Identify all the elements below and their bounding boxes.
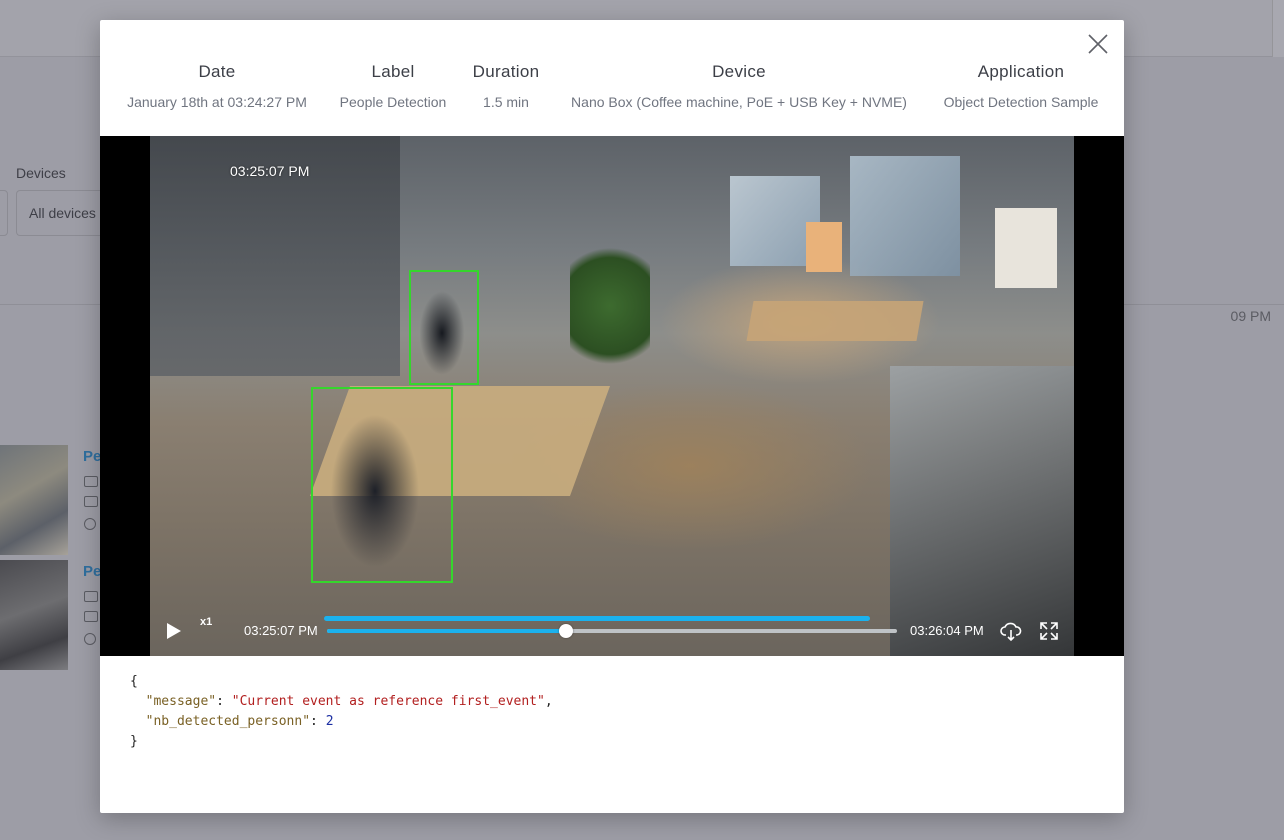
event-title: Pe [83,448,102,465]
meta-value: Nano Box (Coffee machine, PoE + USB Key … [571,94,907,110]
fullscreen-icon [1040,622,1058,640]
clock-icon [84,633,96,645]
meta-heading: Duration [472,62,540,81]
event-json-output: { "message": "Current event as reference… [130,674,553,749]
event-metadata: Date January 18th at 03:24:27 PM Label P… [100,62,1124,122]
meta-value: 1.5 min [483,94,529,110]
close-icon [1088,34,1108,54]
json-key: "nb_detected_personn" [145,714,311,729]
scene-table [746,301,924,341]
scene-plant [570,236,650,376]
fullscreen-button[interactable] [1040,622,1058,640]
meta-heading: Device [712,62,766,81]
seek-bar[interactable] [327,624,897,638]
event-range-bar[interactable] [324,616,870,621]
background-scrollbar [1272,0,1284,57]
meta-label: Label People Detection [340,62,447,110]
json-value: "Current event as reference first_event" [231,694,545,709]
json-key: "message" [145,694,217,709]
devices-filter-label: Devices [16,165,66,181]
meta-date: Date January 18th at 03:24:27 PM [127,62,307,110]
cloud-download-icon [1000,622,1022,642]
calendar-icon [84,611,98,622]
video-frame: 03:25:07 PM [150,136,1074,656]
json-comma: , [544,694,553,709]
person-bounding-box [311,387,453,583]
event-thumbnail [0,560,68,670]
playback-speed-button[interactable]: x1 [200,616,212,628]
meta-value: January 18th at 03:24:27 PM [127,94,307,110]
meta-heading: Date [198,62,236,81]
devices-filter-value: All devices [29,205,96,221]
play-icon [167,623,181,639]
clock-icon [84,518,96,530]
json-close-brace: } [130,734,138,749]
meta-duration: Duration 1.5 min [473,62,540,110]
meta-heading: Application [977,62,1065,81]
camera-icon [84,591,98,602]
player-controls: x1 03:25:07 PM 03:26:04 PM [100,596,1124,656]
play-button[interactable] [166,622,182,640]
scene-poster [995,208,1057,288]
json-value: 2 [325,714,334,729]
person-bounding-box [409,270,479,385]
close-button[interactable] [1086,32,1110,56]
scene-window [850,156,960,276]
json-open-brace: { [130,674,138,689]
event-thumbnail [0,445,68,555]
previous-filter-select [0,190,8,236]
download-button[interactable] [1000,622,1022,642]
meta-application: Application Object Detection Sample [944,62,1099,110]
current-time: 03:25:07 PM [244,623,318,638]
meta-heading: Label [371,62,415,81]
video-player[interactable]: 03:25:07 PM x1 03:25:07 PM 03:26:04 PM [100,136,1124,656]
meta-device: Device Nano Box (Coffee machine, PoE + U… [571,62,907,110]
seek-progress [327,629,567,633]
camera-icon [84,476,98,487]
scene-poster [806,222,842,272]
meta-value: Object Detection Sample [943,94,1099,110]
event-title: Pe [83,563,102,580]
seek-handle[interactable] [559,624,574,638]
video-timestamp-overlay: 03:25:07 PM [230,163,310,179]
timeline-time-label: 09 PM [1230,308,1271,324]
event-detail-modal: Date January 18th at 03:24:27 PM Label P… [100,20,1124,813]
calendar-icon [84,496,98,507]
meta-value: People Detection [339,94,447,110]
end-time: 03:26:04 PM [910,623,984,638]
